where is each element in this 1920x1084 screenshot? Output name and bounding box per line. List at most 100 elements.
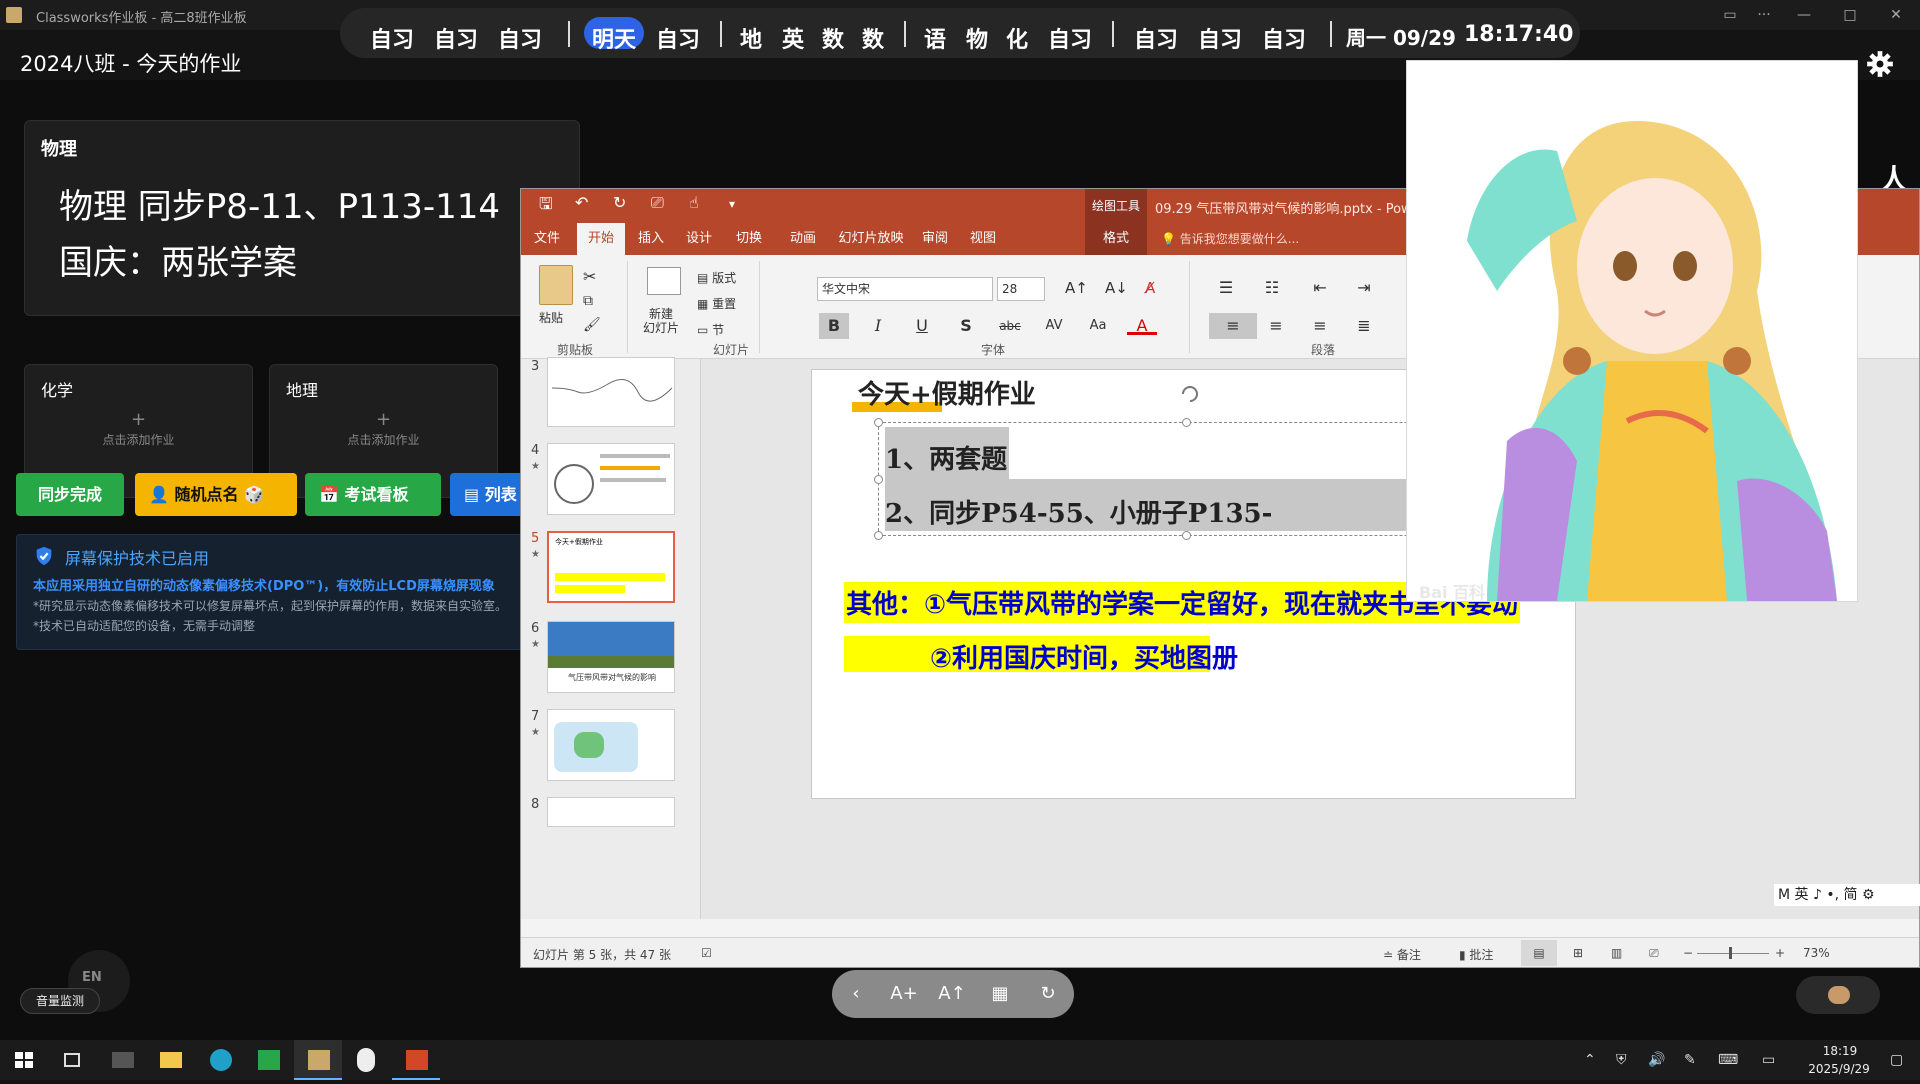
tab-home[interactable]: 开始 bbox=[577, 223, 625, 255]
tab-insert[interactable]: 插入 bbox=[629, 223, 673, 255]
resize-handle[interactable] bbox=[1182, 531, 1191, 540]
tell-me-search[interactable]: 💡 告诉我您想要做什么... bbox=[1161, 223, 1361, 255]
tab-slideshow[interactable]: 幻灯片放映 bbox=[833, 223, 909, 255]
display-icon[interactable]: ▭ bbox=[1762, 1052, 1775, 1068]
clock-date[interactable]: 2025/9/29 bbox=[1796, 1062, 1882, 1076]
font-decrease-icon[interactable]: A↑ bbox=[928, 970, 976, 1018]
anime-image-window[interactable]: Bai 百科 bbox=[1406, 60, 1858, 602]
security-icon[interactable]: ⛨ bbox=[1616, 1052, 1627, 1068]
floating-avatar-button[interactable] bbox=[1796, 976, 1880, 1014]
font-grow-icon[interactable]: A↑ bbox=[1065, 279, 1088, 297]
resize-handle[interactable] bbox=[874, 418, 883, 427]
bold-button[interactable]: B bbox=[819, 313, 849, 339]
spell-check-icon[interactable]: ☑ bbox=[701, 946, 712, 960]
refresh-icon[interactable]: ↻ bbox=[1024, 970, 1072, 1018]
gear-icon[interactable] bbox=[1866, 50, 1894, 78]
resize-handle[interactable] bbox=[1182, 418, 1191, 427]
slide-thumbnail-3[interactable] bbox=[547, 357, 675, 427]
zoom-out-icon[interactable]: − bbox=[1683, 946, 1693, 960]
zoom-in-icon[interactable]: + bbox=[1775, 946, 1785, 960]
tab-format[interactable]: 格式 bbox=[1091, 223, 1141, 255]
tab-review[interactable]: 审阅 bbox=[913, 223, 957, 255]
random-call-button[interactable]: 👤 随机点名 🎲 bbox=[135, 473, 297, 516]
rotate-handle-icon[interactable] bbox=[1178, 382, 1202, 406]
homework-card-physics[interactable]: 物理 物理 同步P8-11、P113-114 国庆：两张学案 bbox=[24, 120, 580, 316]
shadow-button[interactable]: S bbox=[951, 313, 981, 339]
cut-icon[interactable]: ✂ bbox=[583, 267, 596, 286]
slide-sorter-icon[interactable]: ⊞ bbox=[1573, 946, 1583, 960]
font-size-select[interactable]: 28 bbox=[997, 277, 1045, 301]
italic-button[interactable]: I bbox=[863, 313, 893, 339]
normal-view-icon[interactable]: ▤ bbox=[1521, 940, 1557, 966]
save-icon[interactable]: 🖫 bbox=[539, 193, 553, 220]
strikethrough-button[interactable]: abc bbox=[995, 313, 1025, 339]
change-case-button[interactable]: Aa bbox=[1083, 313, 1113, 339]
en-app-icon[interactable] bbox=[244, 1040, 292, 1080]
comments-button[interactable]: ▮ 批注 bbox=[1459, 946, 1493, 963]
font-shrink-icon[interactable]: A↓ bbox=[1105, 279, 1128, 297]
sync-complete-button[interactable]: 同步完成 bbox=[16, 473, 124, 516]
layout-button[interactable]: ▤ 版式 bbox=[697, 269, 736, 286]
redo-icon[interactable]: ↻ bbox=[613, 193, 626, 212]
slide-thumbnail-4[interactable] bbox=[547, 443, 675, 515]
volume-monitor-button[interactable]: 音量监测 bbox=[20, 988, 100, 1014]
zoom-slider[interactable] bbox=[1697, 953, 1769, 954]
numbering-icon[interactable]: ☷ bbox=[1257, 275, 1287, 301]
tab-view[interactable]: 视图 bbox=[961, 223, 1005, 255]
app-icon-onenote[interactable] bbox=[98, 1040, 146, 1080]
minimize-button[interactable]: — bbox=[1784, 2, 1824, 28]
section-button[interactable]: ▭ 节 bbox=[697, 321, 724, 338]
notification-icon[interactable]: ▢ bbox=[1890, 1052, 1903, 1068]
volume-icon[interactable]: 🔊 bbox=[1648, 1052, 1665, 1068]
maximize-button[interactable]: □ bbox=[1830, 2, 1870, 28]
tab-design[interactable]: 设计 bbox=[677, 223, 721, 255]
slideshow-icon[interactable]: ⎚ bbox=[1649, 946, 1659, 961]
calendar-icon[interactable]: ▦ bbox=[976, 970, 1024, 1018]
format-painter-icon[interactable]: 🖌 bbox=[583, 317, 601, 333]
tab-animations[interactable]: 动画 bbox=[777, 223, 829, 255]
increase-indent-icon[interactable]: ⇥ bbox=[1349, 275, 1379, 301]
zoom-slider-thumb[interactable] bbox=[1729, 947, 1732, 959]
chevron-left-icon[interactable]: ‹ bbox=[832, 970, 880, 1018]
edge-icon[interactable] bbox=[196, 1040, 244, 1080]
font-color-button[interactable]: A bbox=[1127, 313, 1157, 335]
keyboard-icon[interactable]: ⌨ bbox=[1718, 1052, 1738, 1068]
tab-file[interactable]: 文件 bbox=[527, 223, 567, 255]
align-right-icon[interactable]: ≡ bbox=[1305, 313, 1335, 339]
underline-button[interactable]: U bbox=[907, 313, 937, 339]
notes-button[interactable]: ≐ 备注 bbox=[1383, 946, 1421, 963]
zoom-level[interactable]: 73% bbox=[1803, 946, 1830, 960]
qq-icon[interactable] bbox=[342, 1040, 390, 1080]
copy-icon[interactable]: ⧉ bbox=[583, 293, 593, 309]
align-center-icon[interactable]: ≡ bbox=[1261, 313, 1291, 339]
classworks-app-icon[interactable] bbox=[294, 1040, 342, 1080]
customize-qat-icon[interactable]: ▾ bbox=[729, 197, 735, 211]
decrease-indent-icon[interactable]: ⇤ bbox=[1305, 275, 1335, 301]
paste-icon[interactable] bbox=[539, 265, 573, 305]
ime-toolbar[interactable]: M 英 ♪ •, 简 ⚙ bbox=[1774, 884, 1920, 906]
powerpoint-icon[interactable] bbox=[392, 1040, 440, 1080]
resize-handle[interactable] bbox=[874, 475, 883, 484]
justify-icon[interactable]: ≣ bbox=[1349, 313, 1379, 339]
present-icon[interactable]: ⎚ bbox=[651, 193, 664, 213]
font-name-select[interactable]: 华文中宋 bbox=[817, 277, 993, 301]
char-spacing-button[interactable]: AV bbox=[1039, 313, 1069, 339]
undo-icon[interactable]: ↶ bbox=[575, 193, 588, 212]
chevron-up-icon[interactable]: ⌃ bbox=[1584, 1052, 1596, 1068]
reset-button[interactable]: ▦ 重置 bbox=[697, 295, 736, 312]
slide-thumbnail-8[interactable] bbox=[547, 797, 675, 827]
task-view-icon[interactable] bbox=[48, 1040, 96, 1080]
reading-view-icon[interactable]: ▥ bbox=[1611, 946, 1622, 960]
resize-handle[interactable] bbox=[874, 531, 883, 540]
align-left-icon[interactable]: ≡ bbox=[1209, 313, 1257, 339]
close-button[interactable]: ✕ bbox=[1876, 2, 1916, 28]
slide-thumbnail-5-selected[interactable]: 今天+假期作业 bbox=[547, 531, 675, 603]
touch-mode-icon[interactable]: ☝ bbox=[689, 193, 699, 212]
tab-transitions[interactable]: 切换 bbox=[725, 223, 773, 255]
clear-format-icon[interactable]: A̸ bbox=[1145, 279, 1155, 297]
new-slide-icon[interactable] bbox=[647, 267, 681, 295]
slide-thumbnail-6[interactable]: 气压带风带对气候的影响 bbox=[547, 621, 675, 693]
slide-thumbnail-7[interactable] bbox=[547, 709, 675, 781]
start-button[interactable] bbox=[0, 1040, 48, 1080]
font-increase-icon[interactable]: A+ bbox=[880, 970, 928, 1018]
